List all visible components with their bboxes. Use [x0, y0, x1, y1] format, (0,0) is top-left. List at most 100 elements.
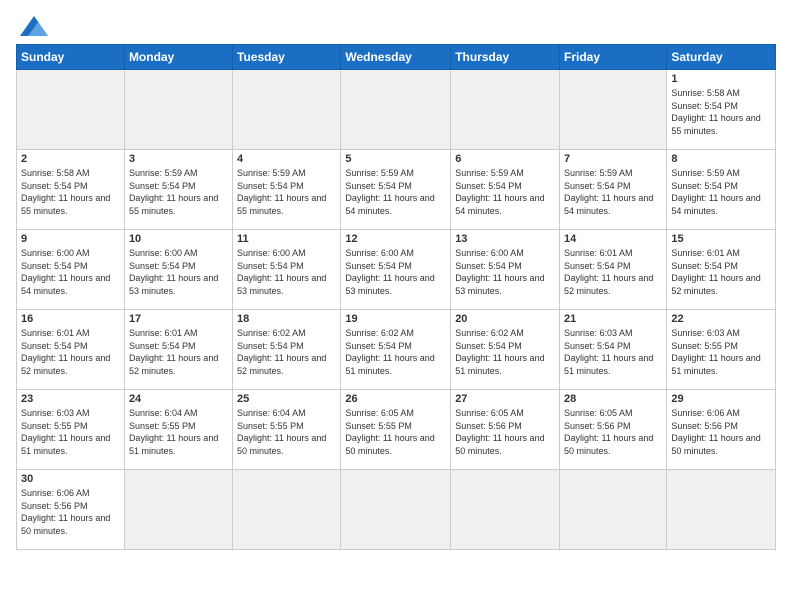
calendar-day-cell — [451, 470, 560, 550]
day-number: 8 — [671, 153, 771, 165]
calendar-day-cell: 10 Sunrise: 6:00 AM Sunset: 5:54 PM Dayli… — [124, 230, 232, 310]
day-info: Sunrise: 6:00 AM Sunset: 5:54 PM Dayligh… — [455, 247, 555, 297]
day-number: 3 — [129, 153, 228, 165]
day-number: 27 — [455, 393, 555, 405]
calendar-day-cell: 12 Sunrise: 6:00 AM Sunset: 5:54 PM Dayli… — [341, 230, 451, 310]
day-number: 18 — [237, 313, 336, 325]
calendar-day-cell: 15 Sunrise: 6:01 AM Sunset: 5:54 PM Dayli… — [667, 230, 776, 310]
calendar-week-row: 9Sunrise: 6:00 AM Sunset: 5:54 PM Daylig… — [17, 230, 776, 310]
day-info: Sunrise: 6:05 AM Sunset: 5:55 PM Dayligh… — [345, 407, 446, 457]
day-info: Sunrise: 6:02 AM Sunset: 5:54 PM Dayligh… — [237, 327, 336, 377]
calendar-day-cell: 23Sunrise: 6:03 AM Sunset: 5:55 PM Dayli… — [17, 390, 125, 470]
calendar-day-header: Wednesday — [341, 45, 451, 70]
day-number: 20 — [455, 313, 555, 325]
day-number: 24 — [129, 393, 228, 405]
calendar-day-cell: 22Sunrise: 6:03 AM Sunset: 5:55 PM Dayli… — [667, 310, 776, 390]
calendar-week-row: 2 Sunrise: 5:58 AM Sunset: 5:54 PM Daylig… — [17, 150, 776, 230]
calendar-day-cell — [560, 470, 667, 550]
day-number: 25 — [237, 393, 336, 405]
day-number: 11 — [237, 233, 336, 245]
calendar-day-cell: 4Sunrise: 5:59 AM Sunset: 5:54 PM Daylig… — [233, 150, 341, 230]
day-number: 7 — [564, 153, 662, 165]
calendar-day-cell: 18 Sunrise: 6:02 AM Sunset: 5:54 PM Dayli… — [233, 310, 341, 390]
calendar-day-cell: 13 Sunrise: 6:00 AM Sunset: 5:54 PM Dayli… — [451, 230, 560, 310]
day-info: Sunrise: 5:59 AM Sunset: 5:54 PM Dayligh… — [129, 167, 228, 217]
calendar-day-cell: 3 Sunrise: 5:59 AM Sunset: 5:54 PM Daylig… — [124, 150, 232, 230]
day-number: 1 — [671, 73, 771, 85]
calendar-day-cell: 7 Sunrise: 5:59 AM Sunset: 5:54 PM Daylig… — [560, 150, 667, 230]
day-info: Sunrise: 5:58 AM Sunset: 5:54 PM Dayligh… — [671, 87, 771, 137]
calendar-day-cell: 17 Sunrise: 6:01 AM Sunset: 5:54 PM Dayli… — [124, 310, 232, 390]
day-number: 10 — [129, 233, 228, 245]
day-number: 30 — [21, 473, 120, 485]
day-number: 23 — [21, 393, 120, 405]
calendar-day-cell: 21Sunrise: 6:03 AM Sunset: 5:54 PM Dayli… — [560, 310, 667, 390]
calendar-day-cell: 29 Sunrise: 6:06 AM Sunset: 5:56 PM Dayli… — [667, 390, 776, 470]
logo — [16, 16, 48, 36]
day-info: Sunrise: 6:04 AM Sunset: 5:55 PM Dayligh… — [237, 407, 336, 457]
day-info: Sunrise: 6:00 AM Sunset: 5:54 PM Dayligh… — [237, 247, 336, 297]
calendar-day-cell — [233, 470, 341, 550]
calendar-day-cell: 8 Sunrise: 5:59 AM Sunset: 5:54 PM Daylig… — [667, 150, 776, 230]
day-info: Sunrise: 6:06 AM Sunset: 5:56 PM Dayligh… — [671, 407, 771, 457]
day-info: Sunrise: 6:01 AM Sunset: 5:54 PM Dayligh… — [671, 247, 771, 297]
calendar-day-cell — [341, 470, 451, 550]
calendar-day-cell — [233, 70, 341, 150]
calendar-day-cell — [124, 470, 232, 550]
day-info: Sunrise: 6:00 AM Sunset: 5:54 PM Dayligh… — [129, 247, 228, 297]
calendar-week-row: 1 Sunrise: 5:58 AM Sunset: 5:54 PM Daylig… — [17, 70, 776, 150]
calendar-header-row: SundayMondayTuesdayWednesdayThursdayFrid… — [17, 45, 776, 70]
calendar-day-cell: 11 Sunrise: 6:00 AM Sunset: 5:54 PM Dayli… — [233, 230, 341, 310]
day-info: Sunrise: 6:02 AM Sunset: 5:54 PM Dayligh… — [455, 327, 555, 377]
calendar-day-header: Thursday — [451, 45, 560, 70]
day-info: Sunrise: 6:03 AM Sunset: 5:54 PM Dayligh… — [564, 327, 662, 377]
day-info: Sunrise: 6:00 AM Sunset: 5:54 PM Dayligh… — [21, 247, 120, 297]
page-header — [16, 16, 776, 36]
calendar-day-header: Sunday — [17, 45, 125, 70]
calendar-day-cell — [17, 70, 125, 150]
calendar-day-cell: 5 Sunrise: 5:59 AM Sunset: 5:54 PM Daylig… — [341, 150, 451, 230]
calendar-day-cell: 27 Sunrise: 6:05 AM Sunset: 5:56 PM Dayli… — [451, 390, 560, 470]
day-info: Sunrise: 5:59 AM Sunset: 5:54 PM Dayligh… — [671, 167, 771, 217]
day-info: Sunrise: 6:01 AM Sunset: 5:54 PM Dayligh… — [564, 247, 662, 297]
day-number: 28 — [564, 393, 662, 405]
day-info: Sunrise: 6:06 AM Sunset: 5:56 PM Dayligh… — [21, 487, 120, 537]
calendar-day-cell: 6Sunrise: 5:59 AM Sunset: 5:54 PM Daylig… — [451, 150, 560, 230]
calendar-week-row: 16 Sunrise: 6:01 AM Sunset: 5:54 PM Dayli… — [17, 310, 776, 390]
calendar-day-header: Friday — [560, 45, 667, 70]
day-number: 22 — [671, 313, 771, 325]
day-number: 14 — [564, 233, 662, 245]
day-number: 15 — [671, 233, 771, 245]
calendar-day-header: Monday — [124, 45, 232, 70]
calendar-day-cell: 14 Sunrise: 6:01 AM Sunset: 5:54 PM Dayli… — [560, 230, 667, 310]
calendar-week-row: 23Sunrise: 6:03 AM Sunset: 5:55 PM Dayli… — [17, 390, 776, 470]
day-info: Sunrise: 6:00 AM Sunset: 5:54 PM Dayligh… — [345, 247, 446, 297]
calendar-day-cell — [667, 470, 776, 550]
calendar-day-cell: 26 Sunrise: 6:05 AM Sunset: 5:55 PM Dayli… — [341, 390, 451, 470]
logo-icon — [20, 16, 48, 36]
day-number: 5 — [345, 153, 446, 165]
calendar-day-cell — [124, 70, 232, 150]
calendar-day-cell — [560, 70, 667, 150]
day-info: Sunrise: 6:02 AM Sunset: 5:54 PM Dayligh… — [345, 327, 446, 377]
day-info: Sunrise: 5:59 AM Sunset: 5:54 PM Dayligh… — [564, 167, 662, 217]
day-number: 2 — [21, 153, 120, 165]
calendar-day-cell: 28Sunrise: 6:05 AM Sunset: 5:56 PM Dayli… — [560, 390, 667, 470]
calendar-day-cell: 9Sunrise: 6:00 AM Sunset: 5:54 PM Daylig… — [17, 230, 125, 310]
day-number: 13 — [455, 233, 555, 245]
day-number: 26 — [345, 393, 446, 405]
day-info: Sunrise: 5:58 AM Sunset: 5:54 PM Dayligh… — [21, 167, 120, 217]
day-info: Sunrise: 6:05 AM Sunset: 5:56 PM Dayligh… — [455, 407, 555, 457]
day-number: 12 — [345, 233, 446, 245]
day-number: 19 — [345, 313, 446, 325]
calendar-day-cell — [451, 70, 560, 150]
day-number: 16 — [21, 313, 120, 325]
day-info: Sunrise: 6:01 AM Sunset: 5:54 PM Dayligh… — [129, 327, 228, 377]
calendar-day-cell — [341, 70, 451, 150]
day-info: Sunrise: 5:59 AM Sunset: 5:54 PM Dayligh… — [345, 167, 446, 217]
day-info: Sunrise: 6:04 AM Sunset: 5:55 PM Dayligh… — [129, 407, 228, 457]
calendar-table: SundayMondayTuesdayWednesdayThursdayFrid… — [16, 44, 776, 550]
day-number: 29 — [671, 393, 771, 405]
calendar-day-cell: 1 Sunrise: 5:58 AM Sunset: 5:54 PM Daylig… — [667, 70, 776, 150]
day-number: 17 — [129, 313, 228, 325]
